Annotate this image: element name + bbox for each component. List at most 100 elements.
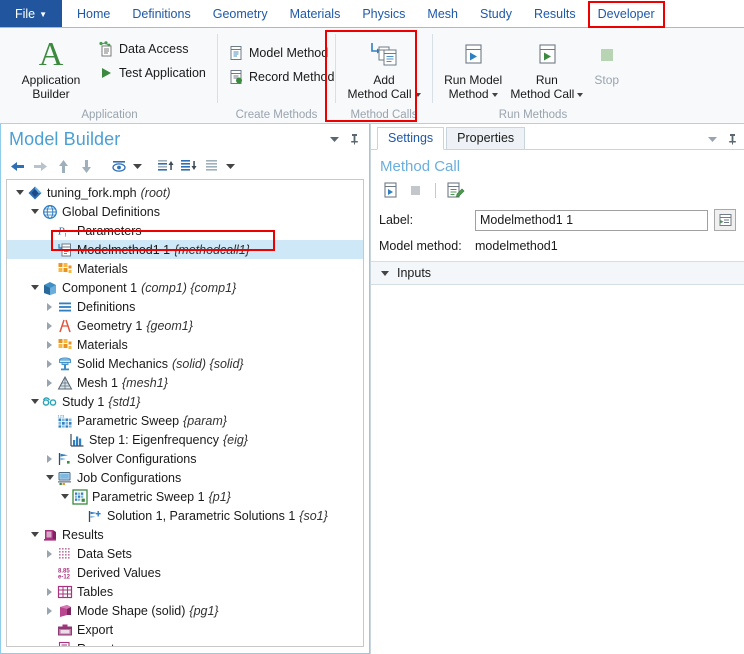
tab-developer[interactable]: Developer — [587, 0, 666, 28]
tree-item[interactable]: Job Configurations — [7, 468, 363, 487]
tree-item[interactable]: Solution 1, Parametric Solutions 1 {so1} — [7, 506, 363, 525]
tree-item[interactable]: Modelmethod1 1 {methodcall1} — [7, 240, 363, 259]
chevron-right-icon[interactable] — [43, 321, 56, 330]
collapse-up-icon[interactable] — [155, 156, 176, 176]
tree-item[interactable]: Component 1 (comp1) {comp1} — [7, 278, 363, 297]
ribbon-group-create-methods: Model Method Record Method Create Method… — [218, 28, 335, 123]
chevron-right-icon[interactable] — [43, 454, 56, 463]
tree-item[interactable]: Mesh 1 {mesh1} — [7, 373, 363, 392]
run-model-method-button[interactable]: Run Model Method — [439, 34, 507, 101]
tree-item-label-group: tuning_fork.mph (root) — [47, 186, 171, 200]
application-builder-button[interactable]: A Application Builder — [8, 34, 94, 101]
tree-item[interactable]: Materials — [7, 259, 363, 278]
chevron-down-icon[interactable] — [28, 285, 41, 290]
tree-item[interactable]: 8.85 e-12 Derived Values — [7, 563, 363, 582]
chevron-right-icon[interactable] — [43, 340, 56, 349]
tree-item[interactable]: Data Sets — [7, 544, 363, 563]
tab-results[interactable]: Results — [523, 0, 587, 27]
model-method-row: Model method: modelmethod1 — [379, 239, 736, 253]
up-arrow-icon[interactable] — [53, 156, 74, 176]
chevron-right-icon[interactable] — [43, 587, 56, 596]
tab-physics[interactable]: Physics — [351, 0, 416, 27]
chevron-right-icon[interactable] — [43, 359, 56, 368]
tree-item[interactable]: Definitions — [7, 297, 363, 316]
settings-menu-caret-icon[interactable] — [707, 134, 718, 145]
tree-item[interactable]: Tables — [7, 582, 363, 601]
run-method-call-icon[interactable] — [380, 180, 400, 200]
chevron-right-icon[interactable] — [43, 606, 56, 615]
settings-heading: Method Call — [380, 158, 461, 175]
tree-item-label: Data Sets — [77, 546, 132, 561]
test-application-button[interactable]: Test Application — [94, 62, 211, 83]
tree-item[interactable]: tuning_fork.mph (root) — [7, 183, 363, 202]
tree-item[interactable]: Step 1: Eigenfrequency {eig} — [7, 430, 363, 449]
tree-item[interactable]: Mode Shape (solid) {pg1} — [7, 601, 363, 620]
list-dropdown-caret-icon[interactable] — [224, 156, 237, 176]
chevron-down-icon[interactable] — [28, 209, 41, 214]
test-application-label: Test Application — [119, 65, 206, 80]
record-method-button[interactable]: Record Method — [224, 66, 339, 87]
run-method-call-caret-icon[interactable] — [577, 92, 584, 97]
run-method-call-label-2: Method Call — [510, 86, 575, 101]
tree-item[interactable]: P i Parameters — [7, 221, 363, 240]
tab-study[interactable]: Study — [469, 0, 523, 27]
chevron-down-icon[interactable] — [13, 190, 26, 195]
tab-definitions[interactable]: Definitions — [121, 0, 201, 27]
chevron-right-icon[interactable] — [43, 302, 56, 311]
section-inputs[interactable]: Inputs — [371, 261, 744, 285]
model-method-button[interactable]: Model Method — [224, 42, 339, 63]
rename-icon[interactable] — [714, 209, 736, 231]
geometry-icon — [56, 318, 74, 334]
run-method-call-button[interactable]: Run Method Call — [507, 34, 586, 101]
chevron-right-icon[interactable] — [43, 549, 56, 558]
tree-item[interactable]: 123 Parametric Sweep {param} — [7, 411, 363, 430]
add-method-call-caret-icon[interactable] — [414, 92, 421, 97]
tab-properties[interactable]: Properties — [446, 127, 526, 149]
tree-item[interactable]: Global Definitions — [7, 202, 363, 221]
tab-materials[interactable]: Materials — [279, 0, 352, 27]
chevron-down-icon[interactable] — [28, 532, 41, 537]
model-tree-container[interactable]: tuning_fork.mph (root) Global Definitions… — [6, 179, 364, 647]
tree-item-label-group: Mesh 1 {mesh1} — [77, 376, 168, 390]
edit-method-icon[interactable] — [445, 180, 465, 200]
chevron-right-icon[interactable] — [43, 378, 56, 387]
tab-home[interactable]: Home — [66, 0, 121, 27]
chevron-down-icon[interactable] — [43, 475, 56, 480]
chevron-down-icon[interactable] — [28, 399, 41, 404]
list-icon[interactable] — [201, 156, 222, 176]
run-model-method-caret-icon[interactable] — [491, 92, 498, 97]
label-input[interactable] — [475, 209, 708, 231]
chevron-down-icon[interactable] — [58, 494, 71, 499]
method-call-icon — [56, 242, 74, 258]
tree-item[interactable]: Materials — [7, 335, 363, 354]
tree-item[interactable]: Export — [7, 620, 363, 639]
panel-menu-caret-icon[interactable] — [329, 134, 340, 145]
settings-pin-icon[interactable] — [727, 133, 738, 145]
pin-icon[interactable] — [349, 133, 360, 145]
show-dropdown-caret-icon[interactable] — [131, 156, 144, 176]
data-access-button[interactable]: Data Access — [94, 38, 211, 59]
back-arrow-icon[interactable] — [7, 156, 28, 176]
forward-arrow-icon[interactable] — [30, 156, 51, 176]
tab-mesh[interactable]: Mesh — [416, 0, 469, 27]
down-arrow-icon[interactable] — [76, 156, 97, 176]
tab-settings[interactable]: Settings — [377, 127, 445, 150]
tree-item-tag: {so1} — [299, 508, 328, 523]
tree-item[interactable]: Parametric Sweep 1 {p1} — [7, 487, 363, 506]
show-eye-icon[interactable] — [108, 156, 129, 176]
solution-icon — [86, 508, 104, 524]
tree-item[interactable]: Solid Mechanics (solid) {solid} — [7, 354, 363, 373]
tree-item[interactable]: Results — [7, 525, 363, 544]
tree-item-label: Study 1 — [62, 394, 105, 409]
tree-item-label-group: Parametric Sweep 1 {p1} — [92, 490, 231, 504]
tree-item-label: Mode Shape (solid) — [77, 603, 186, 618]
tree-item[interactable]: Solver Configurations — [7, 449, 363, 468]
tree-item[interactable]: Geometry 1 {geom1} — [7, 316, 363, 335]
add-method-call-button[interactable]: Add Method Call — [342, 34, 426, 101]
model-builder-header: Model Builder — [1, 124, 369, 154]
file-tab[interactable]: File ▼ — [0, 0, 62, 27]
expand-down-icon[interactable] — [178, 156, 199, 176]
tree-item[interactable]: Study 1 {std1} — [7, 392, 363, 411]
tree-item[interactable]: Reports — [7, 639, 363, 646]
tab-geometry[interactable]: Geometry — [202, 0, 279, 27]
